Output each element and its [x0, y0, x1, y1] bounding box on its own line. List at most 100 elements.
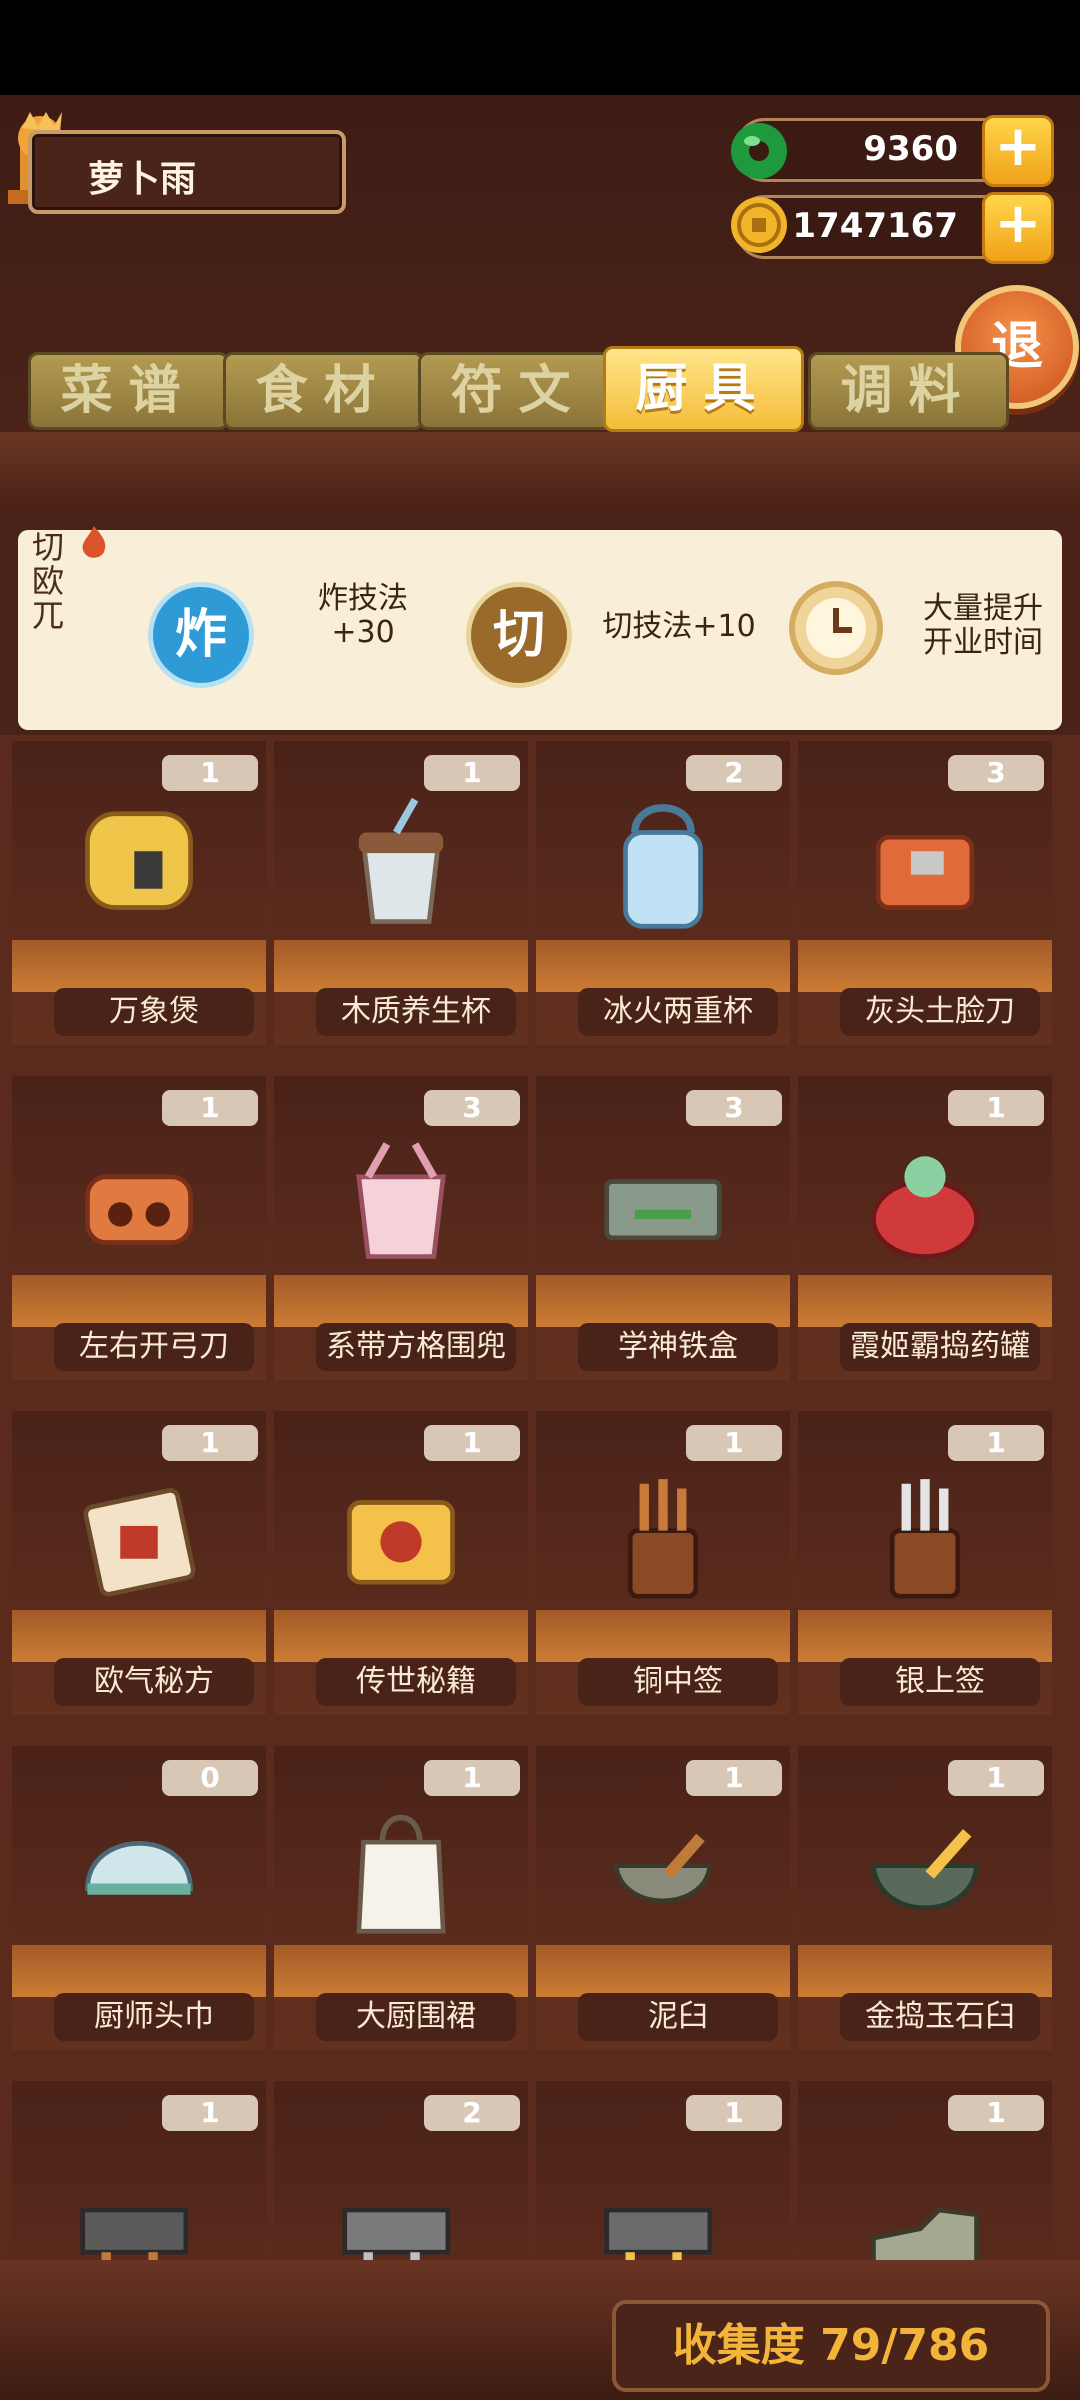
shelf-ledge [12, 940, 266, 992]
tab-ingredients[interactable]: 食材 [223, 352, 424, 430]
open-time-skill-text: 大量提升 开业时间 [923, 591, 1043, 660]
cut-skill-text: 切技法+10 [602, 609, 756, 644]
jade-value: 9360 [863, 129, 958, 169]
item-name: 泥臼 [578, 1993, 778, 2041]
category-tabs: 菜谱 食材 符文 厨具 调料 [28, 346, 1068, 432]
status-bar [0, 0, 1080, 95]
utensil-item[interactable]: 3 系带方格围兜 [270, 1070, 532, 1395]
shelf-ledge [798, 940, 1052, 992]
utensil-item[interactable]: 1 金捣玉石臼 [794, 1740, 1056, 2065]
item-name: 霞姬霸捣药罐 [840, 1323, 1040, 1371]
shelf-ledge [798, 1610, 1052, 1662]
utensil-item[interactable]: 1 木质养生杯 [270, 735, 532, 1060]
item-count: 1 [162, 2095, 258, 2131]
tab-seasonings[interactable]: 调料 [808, 352, 1009, 430]
utensil-item[interactable]: 1 传世秘籍 [270, 1405, 532, 1730]
shelf-ledge [12, 1610, 266, 1662]
utensil-item[interactable]: 1 泥臼 [532, 1740, 794, 2065]
utensil-item[interactable]: 1 银上签 [794, 1405, 1056, 1730]
utensil-item[interactable]: 1 欧气秘方 [8, 1405, 270, 1730]
utensil-item[interactable]: 1 万象煲 [8, 735, 270, 1060]
item-count: 3 [686, 1090, 782, 1126]
book-icon [347, 1500, 455, 1585]
bandana-icon [85, 1841, 193, 1895]
fry-skill-badge: 炸 [148, 582, 254, 688]
cup-icon [358, 797, 444, 924]
shelf-ledge [12, 1945, 266, 1997]
shelf-ledge [274, 1275, 528, 1327]
item-count: 2 [686, 755, 782, 791]
item-name: 铜中签 [578, 1658, 778, 1706]
item-name: 厨师头巾 [54, 1993, 254, 2041]
bib-icon [356, 1142, 446, 1259]
herb-jar-icon [871, 1156, 979, 1259]
tin-box-icon [604, 1179, 722, 1241]
utensil-item[interactable]: 3 学神铁盒 [532, 1070, 794, 1395]
scroll-icon [83, 1488, 196, 1597]
item-name: 万象煲 [54, 988, 254, 1036]
shelf-ledge [798, 1945, 1052, 1997]
shelf-ledge [12, 1275, 266, 1327]
utensil-item[interactable]: 1 大厨围裙 [270, 1740, 532, 2065]
item-count: 1 [948, 2095, 1044, 2131]
clock-icon [789, 581, 883, 675]
tab-runes[interactable]: 符文 [418, 352, 619, 430]
item-count: 1 [686, 1760, 782, 1796]
coin-value: 1747167 [792, 206, 958, 246]
fire-icon [82, 526, 106, 558]
shelf-ledge [536, 1275, 790, 1327]
item-count: 1 [424, 1760, 520, 1796]
jade-counter: 9360 + [731, 115, 1054, 187]
pot-icon [85, 811, 193, 910]
utensil-item[interactable]: 1 铜中签 [532, 1405, 794, 1730]
collection-progress: 收集度 79/786 [612, 2300, 1050, 2392]
player-name-box[interactable]: 萝卜雨 [28, 130, 346, 214]
item-count: 1 [948, 1090, 1044, 1126]
coin-counter: 1747167 + [731, 192, 1054, 264]
item-name: 传世秘籍 [316, 1658, 516, 1706]
shelf-ledge [274, 1610, 528, 1662]
item-count: 0 [162, 1760, 258, 1796]
item-count: 1 [162, 1090, 258, 1126]
item-count: 1 [424, 755, 520, 791]
mortar-icon [870, 1829, 980, 1910]
jade-icon [731, 123, 787, 179]
shelf-ledge [536, 1610, 790, 1662]
item-name: 灰头土脸刀 [840, 988, 1040, 1036]
item-name: 欧气秘方 [54, 1658, 254, 1706]
shelf-beam [0, 432, 1080, 512]
apron-icon [356, 1814, 446, 1934]
item-name: 木质养生杯 [316, 988, 516, 1036]
item-name: 冰火两重杯 [578, 988, 778, 1036]
item-count: 3 [424, 1090, 520, 1126]
coin-icon [731, 197, 787, 253]
sticks-icon [889, 1479, 961, 1599]
item-count: 1 [948, 1760, 1044, 1796]
item-count: 3 [948, 755, 1044, 791]
item-count: 1 [162, 755, 258, 791]
shelf-ledge [274, 1945, 528, 1997]
selected-tool-name: 切欧兀 [31, 528, 64, 634]
cut-skill-badge: 切 [466, 582, 572, 688]
tab-recipes[interactable]: 菜谱 [28, 352, 229, 430]
add-jade-button[interactable]: + [982, 115, 1054, 187]
shelf-ledge [536, 1945, 790, 1997]
utensil-item[interactable]: 2 冰火两重杯 [532, 735, 794, 1060]
item-count: 1 [162, 1425, 258, 1461]
utensil-item[interactable]: 1 霞姬霸捣药罐 [794, 1070, 1056, 1395]
utensil-item[interactable]: 0 厨师头巾 [8, 1740, 270, 2065]
sharpener-icon [875, 834, 975, 910]
add-coin-button[interactable]: + [982, 192, 1054, 264]
utensil-item[interactable]: 3 灰头土脸刀 [794, 735, 1056, 1060]
sticks-icon [627, 1479, 699, 1599]
item-name: 大厨围裙 [316, 1993, 516, 2041]
kettle-icon [623, 804, 703, 929]
fry-skill-text: 炸技法 +30 [318, 581, 408, 650]
item-count: 2 [424, 2095, 520, 2131]
item-name: 学神铁盒 [578, 1323, 778, 1371]
item-count: 1 [686, 2095, 782, 2131]
tool-info-panel: 切欧兀 炸 炸技法 +30 切 切技法+10 大量提升 开业时间 [18, 526, 1062, 730]
utensil-item[interactable]: 1 左右开弓刀 [8, 1070, 270, 1395]
shelf-ledge [274, 940, 528, 992]
tab-utensils[interactable]: 厨具 [603, 346, 804, 432]
